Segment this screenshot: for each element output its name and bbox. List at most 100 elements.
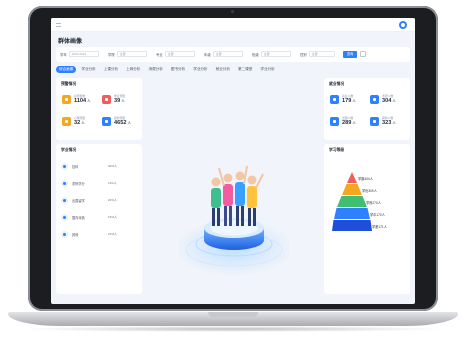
row-label: 出国留学 — [72, 198, 85, 203]
row-label: 国内深造 — [72, 215, 85, 220]
stat-value: 304人 — [382, 98, 396, 104]
tab-academic[interactable]: 学业分析 — [78, 66, 98, 73]
stat-value: 289人 — [342, 120, 356, 126]
tab-internet[interactable]: 上网分析 — [123, 66, 143, 73]
filter-select[interactable]: 全部 — [260, 51, 291, 57]
card-title: 就业情况 — [329, 82, 345, 86]
card-title: 预警情况 — [61, 82, 77, 86]
more-icon[interactable]: ··· — [134, 148, 137, 152]
filter-label: 专业 — [156, 52, 163, 57]
filter-select[interactable]: 全部 — [164, 51, 195, 57]
list-item: 其他 10%人 — [61, 229, 131, 239]
filter-gender[interactable]: 性别 全部 — [300, 51, 335, 57]
stat-other: 其他人数 323人 — [370, 116, 396, 126]
pyramid-label: 学优300人 — [362, 189, 377, 193]
row-value: 30%人 — [108, 164, 118, 168]
card-title: 学业情况 — [61, 148, 77, 152]
filter-major[interactable]: 专业 全部 — [156, 51, 195, 57]
pyramid-label: 学霸404人 — [358, 177, 373, 181]
row-value: 10%人 — [108, 232, 118, 236]
stat-postgrad: 考研人数 304人 — [370, 94, 396, 104]
stat-value: 32人 — [74, 120, 85, 126]
pyramid-layer-3 — [337, 196, 367, 207]
tab-bar: 综合画像 学业分析 上课分析 上网分析 消费分析 图书分析 学业分析 就业分析 … — [56, 66, 278, 73]
pyramid-label: 学差171人 — [372, 225, 387, 229]
top-bar — [51, 18, 415, 32]
plane-icon — [330, 116, 339, 126]
pyramid-label: 学中170人 — [370, 213, 385, 217]
tab-second-class[interactable]: 第二课堂 — [235, 66, 255, 73]
pyramid-layer-2 — [342, 184, 362, 195]
stat-academic-warning: 学业预警 39人 — [102, 94, 125, 104]
stat-value: 4652人 — [114, 120, 131, 126]
tab-employment[interactable]: 就业分析 — [213, 66, 233, 73]
psych-warning-icon — [62, 116, 71, 126]
academic-card: 学业情况 ··· 挂科 30%人 重修学分 11%人 出国留学 20%人 国内深造 15… — [56, 144, 142, 294]
filter-select[interactable]: 全部 — [212, 51, 243, 57]
stat-psych-warning: 心理预警 32人 — [62, 116, 85, 126]
dot-icon — [61, 230, 68, 238]
stat-value: 39人 — [114, 98, 125, 104]
row-value: 11%人 — [108, 181, 117, 185]
filter-bar: 学年 2023-2024 学院 全部 专业 全部 年级 全部 班级 全部 性别 全部 查询 — [56, 47, 410, 62]
stat-value: 179人 — [342, 98, 356, 104]
search-icon — [61, 162, 68, 170]
page-title: 群体画像 — [58, 39, 83, 45]
camera-icon — [231, 10, 234, 13]
pyramid-layer-5 — [332, 220, 372, 231]
card-title: 学习等级 — [329, 148, 345, 152]
filter-year[interactable]: 学年 2023-2024 — [60, 51, 99, 57]
more-icon[interactable]: ··· — [402, 82, 405, 86]
students-figures — [211, 165, 264, 226]
briefcase-icon — [330, 94, 339, 104]
tab-academic-3[interactable]: 学业分析 — [257, 66, 277, 73]
book-icon — [61, 179, 68, 187]
academic-warning-icon — [102, 94, 111, 104]
user-icon — [370, 116, 379, 126]
stat-total-warning: 总预警数 1104人 — [62, 94, 91, 104]
filter-select[interactable]: 全部 — [308, 51, 335, 57]
more-icon[interactable]: ··· — [134, 82, 137, 86]
other-warning-icon — [102, 116, 111, 126]
user-avatar-icon[interactable] — [399, 21, 407, 29]
plane-icon — [61, 196, 68, 204]
warning-card: 预警情况 ··· 总预警数 1104人 学业预警 39人 心理预警 32人 其他预警 4… — [56, 78, 142, 140]
student-group-illustration — [179, 165, 289, 276]
row-label: 重修学分 — [72, 181, 85, 186]
cap-icon — [370, 94, 379, 104]
tab-class[interactable]: 上课分析 — [101, 66, 121, 73]
filter-class[interactable]: 班级 全部 — [252, 51, 291, 57]
stat-value: 1104人 — [74, 98, 91, 104]
filter-label: 性别 — [300, 52, 307, 57]
row-value: 15%人 — [108, 215, 118, 219]
tab-academic-2[interactable]: 学业分析 — [190, 66, 210, 73]
refresh-icon[interactable] — [360, 51, 366, 57]
laptop-notch — [208, 312, 258, 317]
stat-employed: 就业人数 179人 — [330, 94, 356, 104]
pyramid-layer-4 — [334, 208, 370, 219]
filter-select[interactable]: 全部 — [116, 51, 147, 57]
tab-overview[interactable]: 综合画像 — [56, 66, 77, 73]
row-label: 挂科 — [72, 164, 79, 169]
stat-abroad: 出国人数 289人 — [330, 116, 356, 126]
list-item: 出国留学 20%人 — [61, 195, 131, 205]
stat-other-warning: 其他预警 4652人 — [102, 116, 131, 126]
cap-icon — [61, 213, 68, 221]
filter-select[interactable]: 2023-2024 — [68, 51, 99, 57]
row-value: 20%人 — [108, 198, 118, 202]
pyramid-label: 学良270人 — [366, 201, 381, 205]
filter-label: 学年 — [60, 52, 67, 57]
laptop-shadow — [20, 326, 445, 332]
query-button[interactable]: 查询 — [343, 51, 357, 58]
tab-library[interactable]: 图书分析 — [168, 66, 188, 73]
menu-icon[interactable] — [56, 23, 61, 27]
tab-consumption[interactable]: 消费分析 — [146, 66, 166, 73]
stat-value: 323人 — [382, 120, 396, 126]
filter-grade[interactable]: 年级 全部 — [204, 51, 243, 57]
list-item: 挂科 30%人 — [61, 161, 131, 171]
employment-card: 就业情况 ··· 就业人数 179人 考研人数 304人 出国人数 289人 其他人数… — [324, 78, 410, 140]
list-item: 重修学分 11%人 — [61, 178, 131, 188]
filter-college[interactable]: 学院 全部 — [108, 51, 147, 57]
filter-label: 学院 — [108, 52, 115, 57]
filter-label: 年级 — [204, 52, 211, 57]
